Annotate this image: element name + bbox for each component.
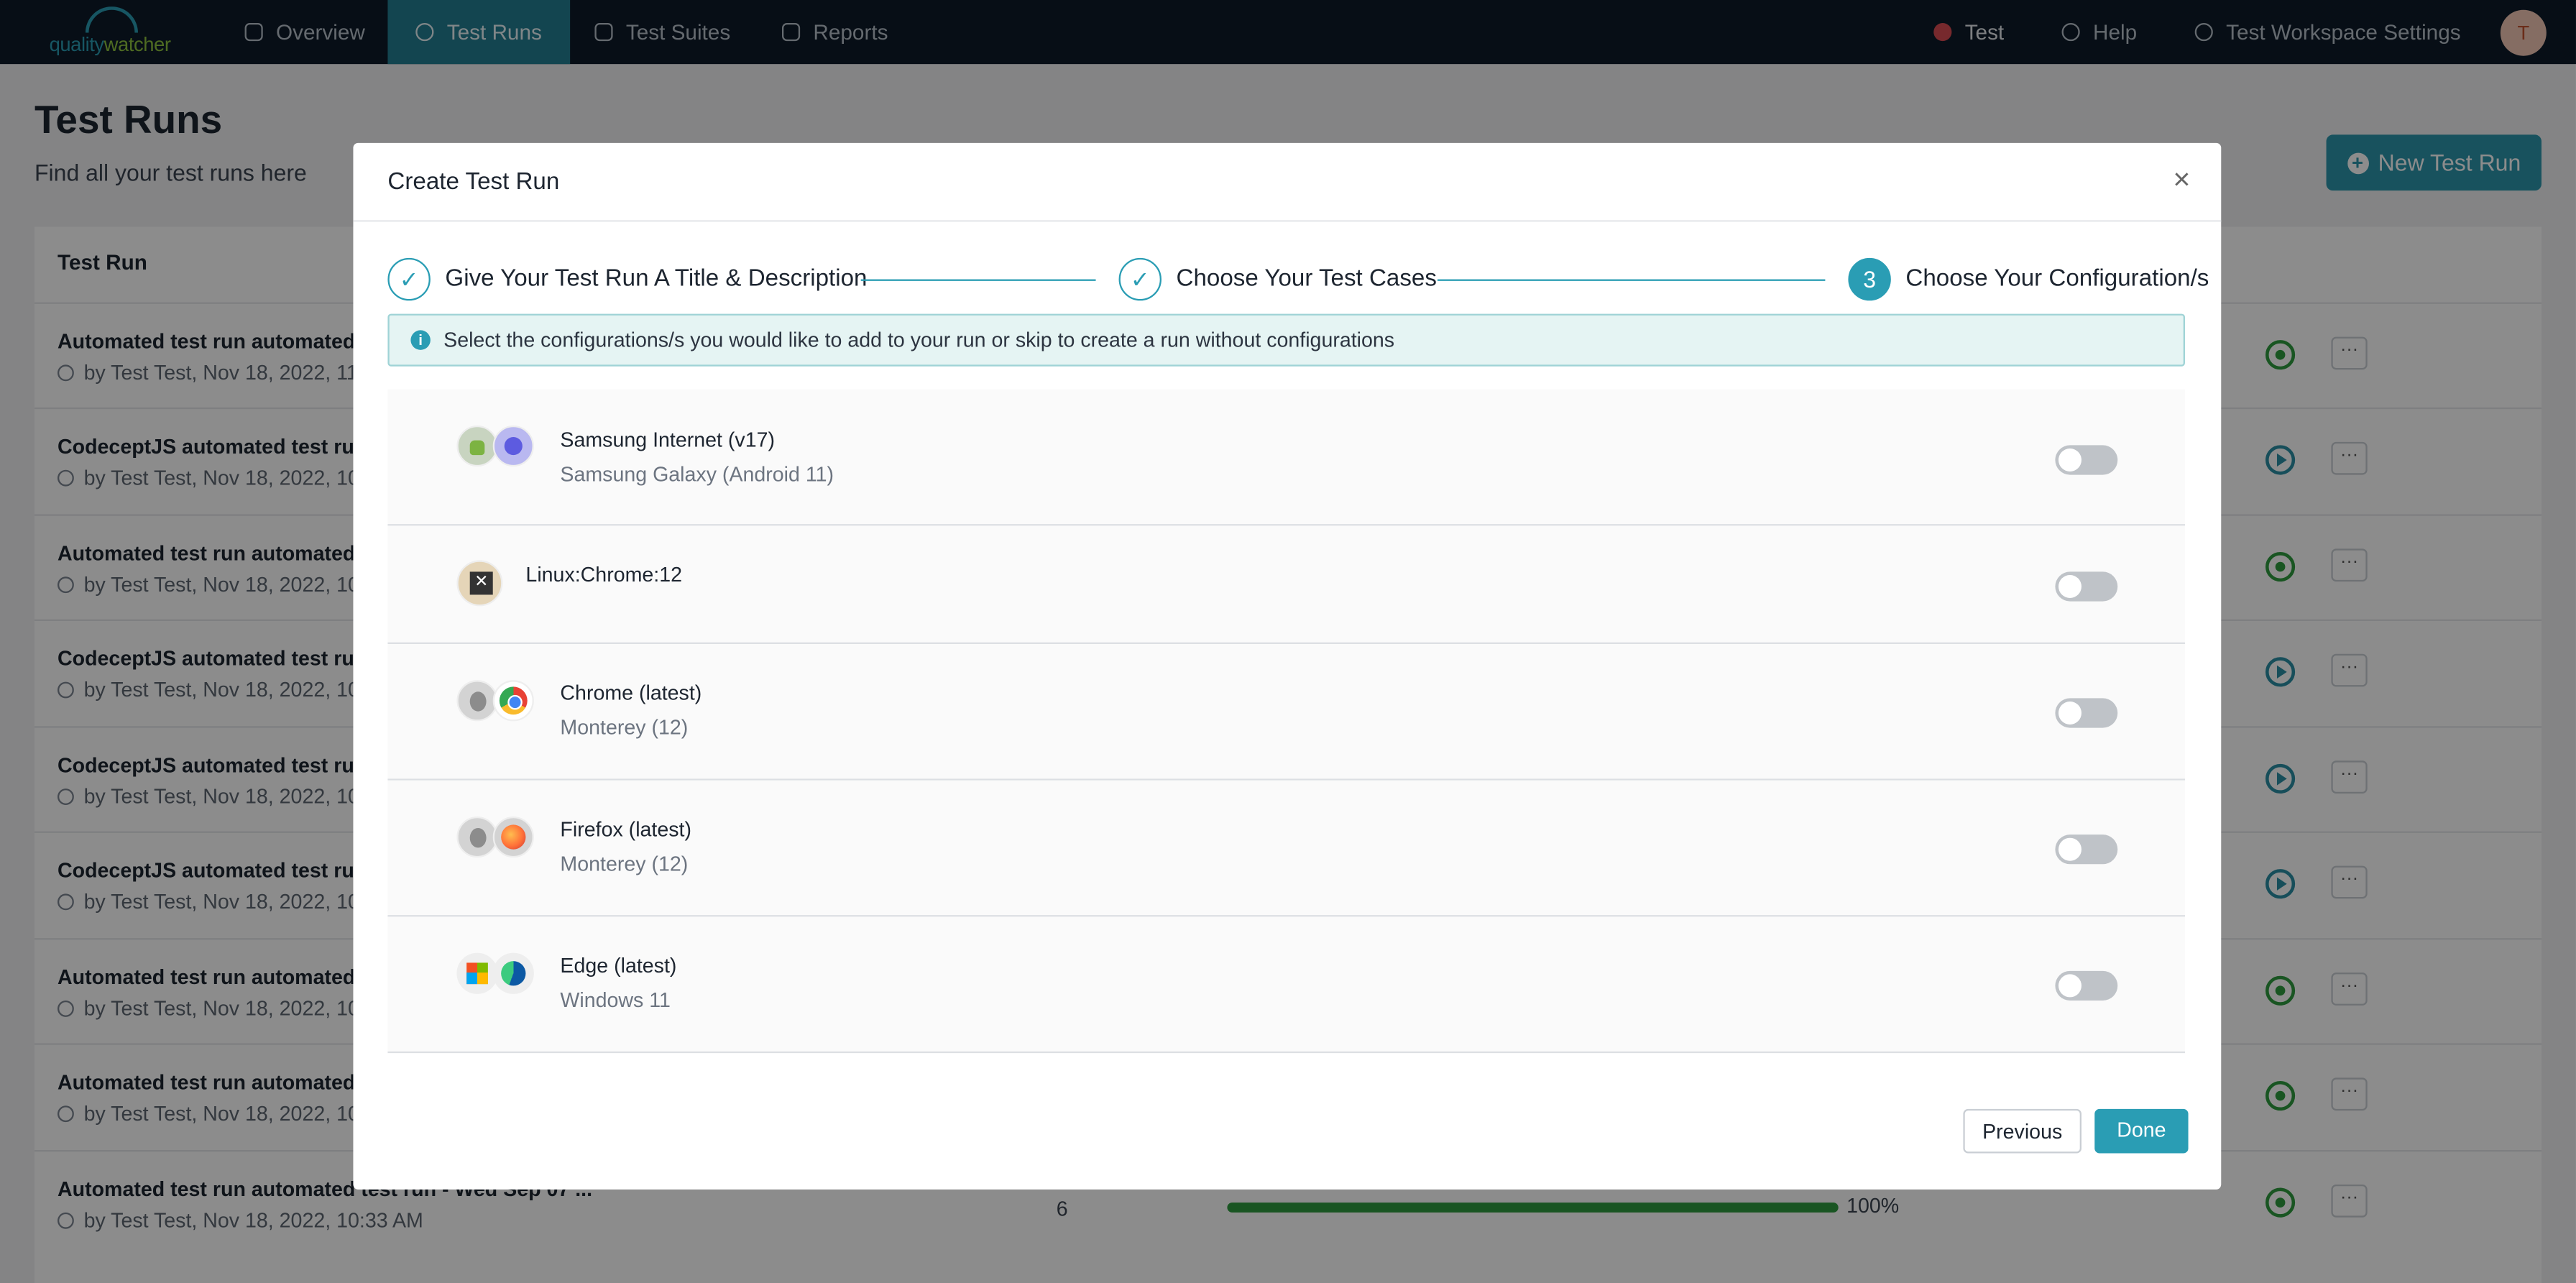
- configuration-toggle[interactable]: [2055, 698, 2118, 728]
- apple-icon: [456, 680, 498, 722]
- create-test-run-modal: Create Test Run × ✓ Give Your Test Run A…: [353, 142, 2222, 1190]
- configuration-platform: Monterey (12): [560, 852, 689, 876]
- step-label: Choose Your Test Cases: [1176, 266, 1437, 293]
- info-text: Select the configurations/s you would li…: [443, 328, 1395, 352]
- step-label: Choose Your Configuration/s: [1905, 266, 2209, 293]
- configuration-item: Samsung Internet (v17) Samsung Galaxy (A…: [387, 389, 2185, 526]
- configuration-platform: Samsung Galaxy (Android 11): [560, 463, 834, 487]
- configuration-toggle[interactable]: [2055, 571, 2118, 602]
- step-connector: [1437, 279, 1826, 281]
- check-icon: ✓: [1118, 257, 1162, 301]
- configuration-platform: Monterey (12): [560, 716, 689, 740]
- step-configurations[interactable]: 3 Choose Your Configuration/s: [1848, 254, 2209, 304]
- info-icon: i: [410, 330, 431, 350]
- configuration-toggle[interactable]: [2055, 970, 2118, 1001]
- configuration-item: Linux:Chrome:12: [387, 525, 2185, 644]
- previous-button[interactable]: Previous: [1963, 1108, 2082, 1154]
- check-icon: ✓: [387, 257, 431, 301]
- done-button[interactable]: Done: [2094, 1108, 2189, 1154]
- step-title-description[interactable]: ✓ Give Your Test Run A Title & Descripti…: [387, 254, 868, 304]
- close-icon[interactable]: ×: [2168, 165, 2195, 194]
- modal-title: Create Test Run: [387, 169, 560, 196]
- modal-header: Create Test Run ×: [353, 143, 2222, 222]
- linux-icon: [456, 560, 503, 607]
- edge-icon: [492, 952, 534, 994]
- configuration-platform: Windows 11: [560, 988, 671, 1012]
- windows-icon: [456, 952, 498, 994]
- configuration-list: Samsung Internet (v17) Samsung Galaxy (A…: [387, 389, 2185, 1054]
- configuration-toggle[interactable]: [2055, 445, 2118, 475]
- step-label: Give Your Test Run A Title & Description: [445, 266, 868, 293]
- step-connector: [860, 279, 1096, 281]
- chrome-icon: [492, 680, 534, 722]
- apple-icon: [456, 816, 498, 858]
- configuration-item: Chrome (latest) Monterey (12): [387, 643, 2185, 781]
- step-test-cases[interactable]: ✓ Choose Your Test Cases: [1118, 254, 1437, 304]
- configuration-name: Firefox (latest): [560, 818, 692, 842]
- firefox-icon: [492, 816, 534, 858]
- step-number-badge: 3: [1848, 257, 1891, 301]
- configuration-name: Chrome (latest): [560, 681, 702, 705]
- configuration-toggle[interactable]: [2055, 834, 2118, 865]
- configuration-item: Edge (latest) Windows 11: [387, 916, 2185, 1054]
- info-banner: i Select the configurations/s you would …: [387, 313, 2185, 367]
- android-icon: [456, 425, 498, 467]
- configuration-name: Samsung Internet (v17): [560, 428, 775, 452]
- configuration-name: Linux:Chrome:12: [525, 563, 683, 587]
- samsung-internet-icon: [492, 425, 534, 467]
- configuration-item: Firefox (latest) Monterey (12): [387, 780, 2185, 917]
- configuration-name: Edge (latest): [560, 954, 677, 978]
